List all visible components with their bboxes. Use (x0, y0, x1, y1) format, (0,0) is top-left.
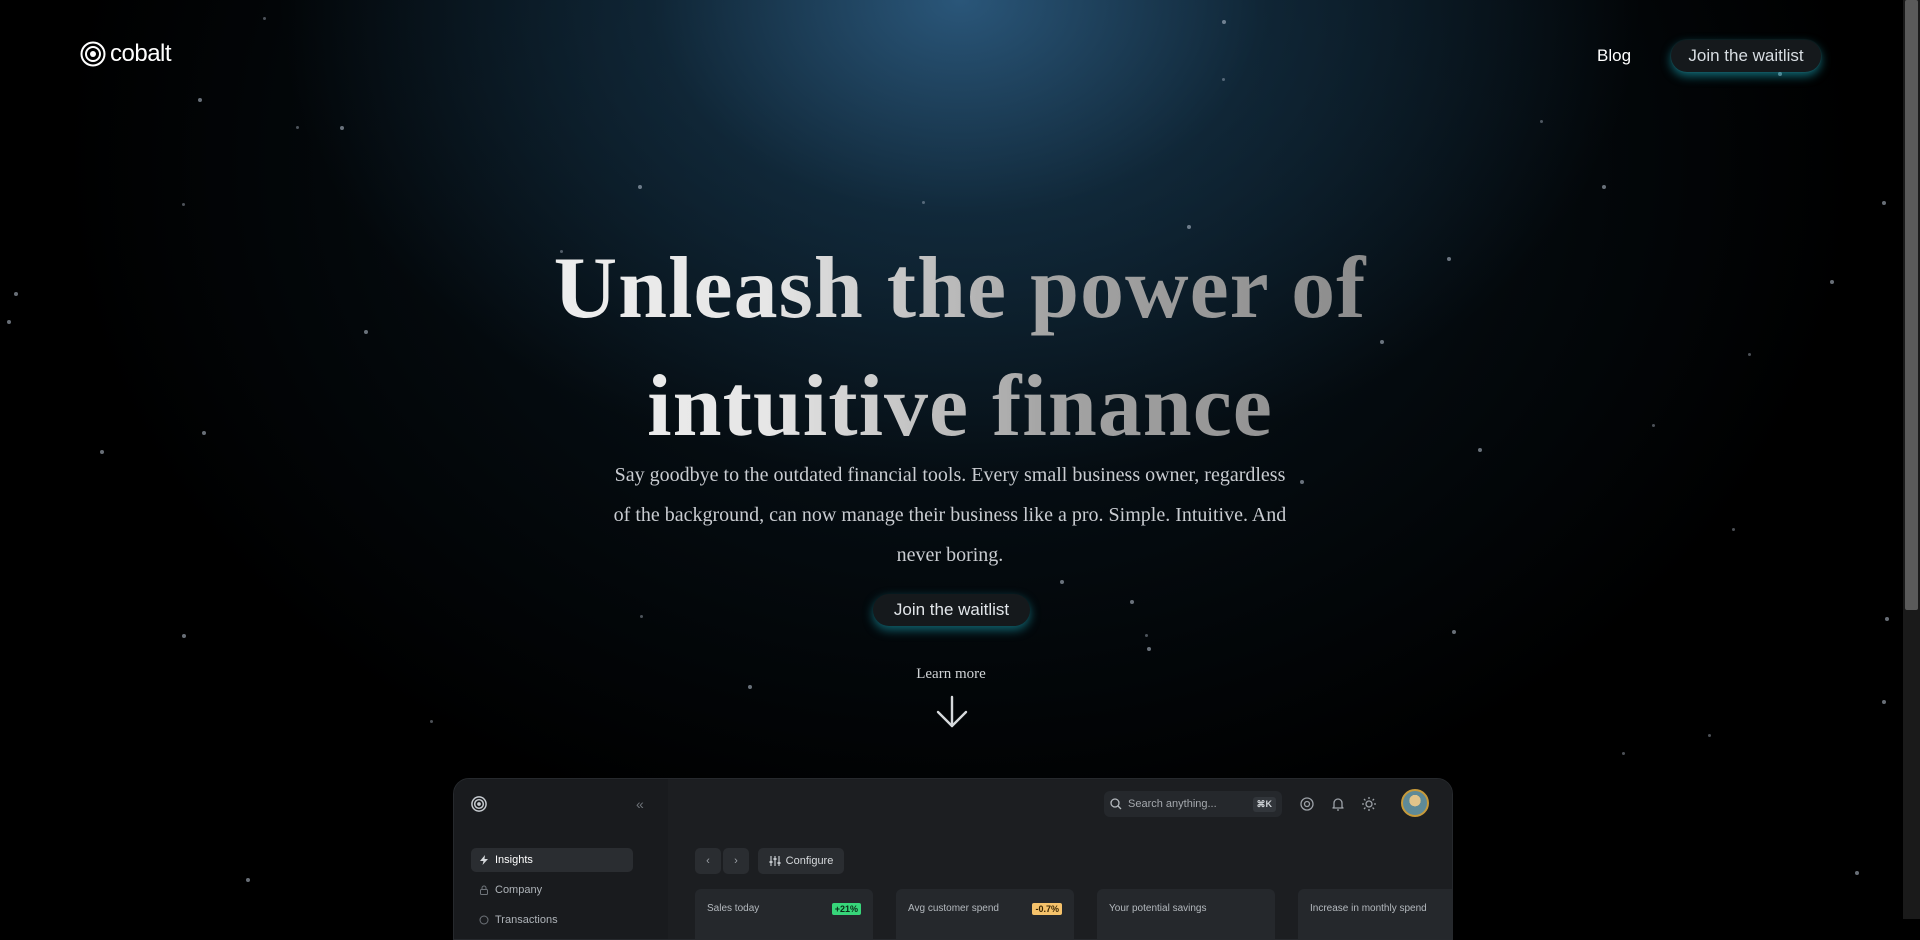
dashboard-preview: « Insights Company Transactions Search a… (453, 778, 1453, 940)
star (1830, 280, 1834, 284)
star (246, 878, 250, 882)
configure-label: Configure (785, 855, 834, 867)
cobalt-logo-icon[interactable] (471, 796, 487, 812)
star (922, 201, 925, 204)
metric-card-label: Avg customer spend (908, 903, 999, 914)
star (1222, 20, 1226, 24)
star (182, 203, 185, 206)
star (1882, 700, 1886, 704)
star (1145, 634, 1148, 637)
star (1882, 201, 1886, 205)
sidebar-item-label: Transactions (495, 914, 558, 926)
chevron-right-icon: › (734, 855, 738, 867)
star (7, 320, 11, 324)
metric-card-label: Your potential savings (1109, 903, 1207, 914)
star (1187, 225, 1191, 229)
star (1748, 353, 1751, 356)
star (640, 615, 643, 618)
cobalt-logo[interactable]: cobalt (80, 40, 172, 68)
hero-subtitle: Say goodbye to the outdated financial to… (613, 464, 1287, 566)
star (748, 685, 752, 689)
star (340, 126, 344, 130)
star (1540, 120, 1543, 123)
hero-title-line-2: intuitive finance (647, 358, 1273, 455)
user-avatar[interactable] (1401, 789, 1429, 817)
search-placeholder: Search anything... (1128, 798, 1217, 810)
collapse-sidebar-icon[interactable]: « (636, 796, 644, 812)
star (1855, 871, 1859, 875)
dashboard-main: Search anything... ⌘K ‹ › Configure Sale… (668, 779, 1452, 939)
arrow-down-icon[interactable] (935, 695, 969, 729)
star (1222, 78, 1225, 81)
star (296, 126, 299, 129)
chevron-left-icon: ‹ (706, 855, 710, 867)
sidebar-item-label: Insights (495, 854, 533, 866)
learn-more-link[interactable]: Learn more (880, 666, 1022, 683)
sidebar-item-insights[interactable]: Insights (471, 848, 633, 872)
star (182, 634, 186, 638)
star (638, 185, 642, 189)
search-shortcut-badge: ⌘K (1252, 796, 1276, 812)
search-icon (1110, 798, 1122, 810)
hero-title: Unleash the power of intuitive finance (420, 230, 1500, 466)
metric-card-label: Increase in monthly spend (1310, 903, 1427, 914)
sidebar-item-company[interactable]: Company (471, 878, 633, 902)
star (1708, 734, 1711, 737)
sidebar-item-transactions[interactable]: Transactions (471, 908, 633, 932)
star (430, 720, 433, 723)
star (1778, 72, 1782, 76)
cobalt-logo-icon (80, 41, 106, 67)
join-waitlist-hero-button[interactable]: Join the waitlist (873, 594, 1030, 626)
star (1885, 617, 1889, 621)
sun-icon[interactable] (1361, 796, 1377, 812)
star (14, 292, 18, 296)
nav-blog-link[interactable]: Blog (1597, 46, 1631, 66)
sliders-icon (769, 856, 781, 866)
lock-icon (480, 885, 488, 895)
sidebar-item-label: Company (495, 884, 543, 896)
star (1602, 185, 1606, 189)
star (1060, 580, 1064, 584)
star (1732, 528, 1735, 531)
star (1130, 600, 1134, 604)
help-icon[interactable] (1299, 796, 1315, 812)
metric-card-avg-customer-spend[interactable]: Avg customer spend -0.7% (896, 889, 1074, 939)
hero-title-line-1: Unleash the power of (553, 240, 1367, 337)
dashboard-sidebar: « Insights Company Transactions (454, 779, 668, 939)
star (1622, 752, 1625, 755)
star (202, 431, 206, 435)
star (1652, 424, 1655, 427)
back-button[interactable]: ‹ (695, 848, 721, 874)
metric-card-potential-savings[interactable]: Your potential savings (1097, 889, 1275, 939)
metric-card-monthly-spend-increase[interactable]: Increase in monthly spend (1298, 889, 1452, 939)
star (263, 17, 266, 20)
trend-badge: -0.7% (1032, 903, 1062, 915)
star (1452, 630, 1456, 634)
scrollbar-thumb[interactable] (1905, 0, 1918, 610)
bell-icon[interactable] (1330, 796, 1346, 812)
metric-card-sales-today[interactable]: Sales today +21% (695, 889, 873, 939)
star (364, 330, 368, 334)
star (198, 98, 202, 102)
join-waitlist-nav-button[interactable]: Join the waitlist (1671, 40, 1821, 72)
forward-button[interactable]: › (723, 848, 749, 874)
brand-name: cobalt (110, 40, 172, 67)
bolt-icon (480, 855, 488, 865)
circle-icon (479, 915, 489, 925)
page-scrollbar[interactable] (1903, 0, 1920, 919)
trend-badge: +21% (831, 903, 861, 915)
star (100, 450, 104, 454)
configure-button[interactable]: Configure (758, 848, 844, 874)
star (1147, 647, 1151, 651)
dashboard-search-input[interactable]: Search anything... ⌘K (1104, 791, 1282, 817)
star (1300, 480, 1304, 484)
metric-card-label: Sales today (707, 903, 760, 914)
